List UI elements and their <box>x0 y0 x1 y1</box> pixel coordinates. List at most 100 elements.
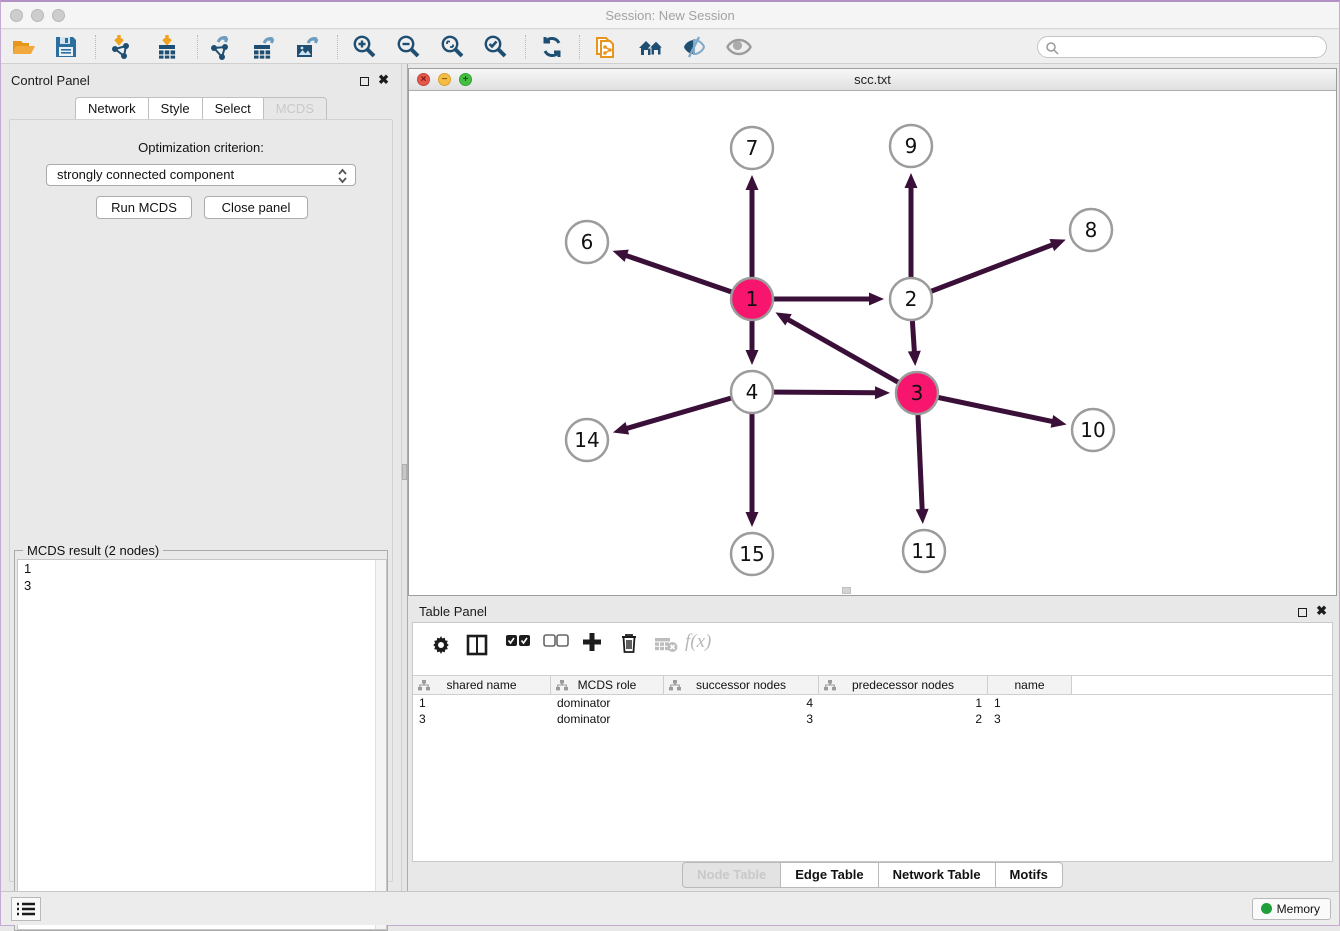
home-icon[interactable] <box>637 34 663 60</box>
zoom-in-icon[interactable] <box>351 34 377 60</box>
edge-arrowhead <box>746 350 759 365</box>
create-column-icon[interactable] <box>581 631 603 658</box>
close-panel-button[interactable]: Close panel <box>204 196 308 219</box>
toolbar-separator <box>197 35 198 59</box>
node-label-6: 6 <box>581 230 594 254</box>
table-row[interactable]: 1dominator411 <box>413 695 1332 711</box>
node-label-3: 3 <box>911 381 924 405</box>
title-bar: Session: New Session <box>1 2 1339 29</box>
close-table-panel-icon[interactable]: ✖ <box>1316 603 1327 619</box>
column-header-predecessor-nodes[interactable]: predecessor nodes <box>819 676 988 694</box>
network-canvas[interactable]: 7968124314101511 <box>409 91 1336 595</box>
mcds-result-line: 1 <box>18 560 386 577</box>
import-network-icon[interactable] <box>109 34 135 60</box>
tab-network-table[interactable]: Network Table <box>878 862 995 888</box>
result-scrollbar[interactable] <box>375 560 386 929</box>
table-tabs: Node TableEdge TableNetwork TableMotifs <box>408 862 1337 888</box>
mcds-result-list[interactable]: 13 <box>17 559 387 930</box>
copy-network-icon[interactable] <box>593 34 619 60</box>
cell-shared-name[interactable]: 3 <box>413 711 551 727</box>
float-table-panel-icon[interactable] <box>1298 606 1307 620</box>
node-label-14: 14 <box>574 428 599 452</box>
tab-node-table[interactable]: Node Table <box>682 862 780 888</box>
edge-arrowhead <box>908 351 921 366</box>
memory-label: Memory <box>1277 902 1320 916</box>
edge-2-8[interactable] <box>911 244 1054 299</box>
tab-network[interactable]: Network <box>75 97 148 121</box>
cell-MCDS-role[interactable]: dominator <box>551 711 664 727</box>
control-panel: Control Panel ✖ NetworkStyleSelectMCDS O… <box>1 64 401 894</box>
float-panel-icon[interactable] <box>360 75 369 89</box>
tab-edge-table[interactable]: Edge Table <box>780 862 877 888</box>
table-header-row: shared nameMCDS rolesuccessor nodesprede… <box>413 675 1332 695</box>
cell-MCDS-role[interactable]: dominator <box>551 695 664 711</box>
canvas-scroll-hint[interactable] <box>842 587 851 594</box>
cell-successor-nodes[interactable]: 4 <box>664 695 819 711</box>
column-header-shared-name[interactable]: shared name <box>413 676 551 694</box>
export-image-icon[interactable] <box>294 34 320 60</box>
zoom-selected-icon[interactable] <box>482 34 508 60</box>
node-label-10: 10 <box>1080 418 1105 442</box>
table-row[interactable]: 3dominator323 <box>413 711 1332 727</box>
table-panel-title: Table Panel <box>419 604 487 619</box>
toolbar-separator <box>95 35 96 59</box>
network-view-title: scc.txt <box>409 72 1336 87</box>
column-header-name[interactable]: name <box>988 676 1072 694</box>
export-network-icon[interactable] <box>208 34 234 60</box>
refresh-icon[interactable] <box>539 34 565 60</box>
column-header-successor-nodes[interactable]: successor nodes <box>664 676 819 694</box>
control-panel-tabs: NetworkStyleSelectMCDS <box>1 97 401 119</box>
show-column-pane-icon[interactable] <box>466 634 488 661</box>
column-header-MCDS-role[interactable]: MCDS role <box>551 676 664 694</box>
save-session-icon[interactable] <box>53 34 79 60</box>
close-panel-icon[interactable]: ✖ <box>378 72 389 88</box>
unselect-all-columns-icon[interactable] <box>543 634 569 653</box>
mcds-result-line: 3 <box>18 577 386 594</box>
delete-table-icon[interactable] <box>654 637 678 658</box>
cell-successor-nodes[interactable]: 3 <box>664 711 819 727</box>
node-label-15: 15 <box>739 542 764 566</box>
optimization-criterion-select[interactable]: strongly connected component <box>46 164 356 186</box>
tab-mcds[interactable]: MCDS <box>263 97 327 121</box>
export-table-icon[interactable] <box>251 34 277 60</box>
run-mcds-button[interactable]: Run MCDS <box>96 196 192 219</box>
control-panel-title: Control Panel <box>11 73 90 88</box>
cell-predecessor-nodes[interactable]: 1 <box>819 695 988 711</box>
node-label-7: 7 <box>746 136 759 160</box>
table-options-gear-icon[interactable] <box>431 634 451 659</box>
edge-arrowhead <box>875 386 890 399</box>
tab-select[interactable]: Select <box>202 97 263 121</box>
status-bar: Memory <box>1 891 1339 925</box>
edge-arrowhead <box>916 509 929 524</box>
import-table-icon[interactable] <box>154 34 180 60</box>
tab-motifs[interactable]: Motifs <box>995 862 1063 888</box>
panel-menu-button[interactable] <box>11 897 41 921</box>
edge-3-1[interactable] <box>787 319 917 393</box>
select-all-columns-icon[interactable] <box>505 634 531 653</box>
zoom-fit-icon[interactable] <box>439 34 465 60</box>
table-panel: Table Panel ✖ <box>408 596 1337 894</box>
cell-shared-name[interactable]: 1 <box>413 695 551 711</box>
zoom-out-icon[interactable] <box>395 34 421 60</box>
cell-predecessor-nodes[interactable]: 2 <box>819 711 988 727</box>
cell-name[interactable]: 1 <box>988 695 1072 711</box>
panel-divider[interactable] <box>401 64 408 894</box>
open-session-icon[interactable] <box>11 34 37 60</box>
memory-button[interactable]: Memory <box>1252 898 1331 920</box>
birds-eye-view-icon[interactable] <box>725 34 751 60</box>
window-title: Session: New Session <box>1 8 1339 23</box>
delete-columns-icon[interactable] <box>619 632 639 659</box>
node-label-1: 1 <box>746 287 759 311</box>
network-window-titlebar[interactable]: × − + scc.txt <box>409 69 1336 91</box>
node-label-11: 11 <box>911 539 936 563</box>
search-input[interactable] <box>1062 38 1320 56</box>
cell-name[interactable]: 3 <box>988 711 1072 727</box>
show-graphics-details-icon[interactable] <box>681 34 707 60</box>
divider-grip-icon[interactable] <box>402 464 407 480</box>
function-builder-icon[interactable]: f(x) <box>685 631 711 653</box>
toolbar-separator <box>525 35 526 59</box>
node-label-9: 9 <box>905 134 918 158</box>
edge-arrowhead <box>613 422 629 434</box>
node-label-2: 2 <box>905 287 918 311</box>
tab-style[interactable]: Style <box>148 97 202 121</box>
